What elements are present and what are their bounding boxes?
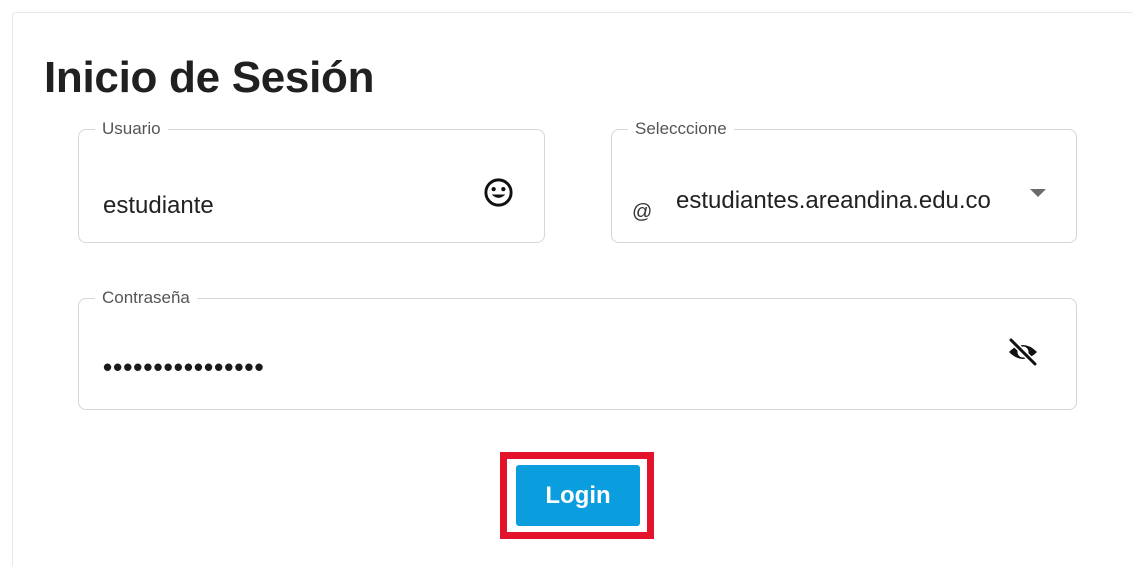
login-button[interactable]: Login (516, 465, 640, 526)
domain-select-label: Selecccione (635, 119, 727, 138)
user-field-label: Usuario (102, 119, 161, 138)
password-field[interactable]: Contraseña •••••••••••••••• (78, 289, 1077, 410)
user-field[interactable]: Usuario estudiante (78, 120, 545, 243)
domain-select[interactable]: Selecccione @ estudiantes.areandina.edu.… (611, 120, 1077, 243)
dropdown-arrow-icon[interactable] (1030, 189, 1046, 197)
domain-selected-value[interactable]: estudiantes.areandina.edu.co (676, 187, 1002, 215)
smiley-icon (484, 178, 513, 207)
eye-off-icon[interactable] (1006, 335, 1040, 369)
at-prefix: @ (632, 201, 653, 223)
user-input[interactable]: estudiante (103, 192, 214, 220)
password-input[interactable]: •••••••••••••••• (103, 352, 265, 383)
password-field-label: Contraseña (102, 288, 190, 307)
page-title: Inicio de Sesión (44, 53, 375, 102)
